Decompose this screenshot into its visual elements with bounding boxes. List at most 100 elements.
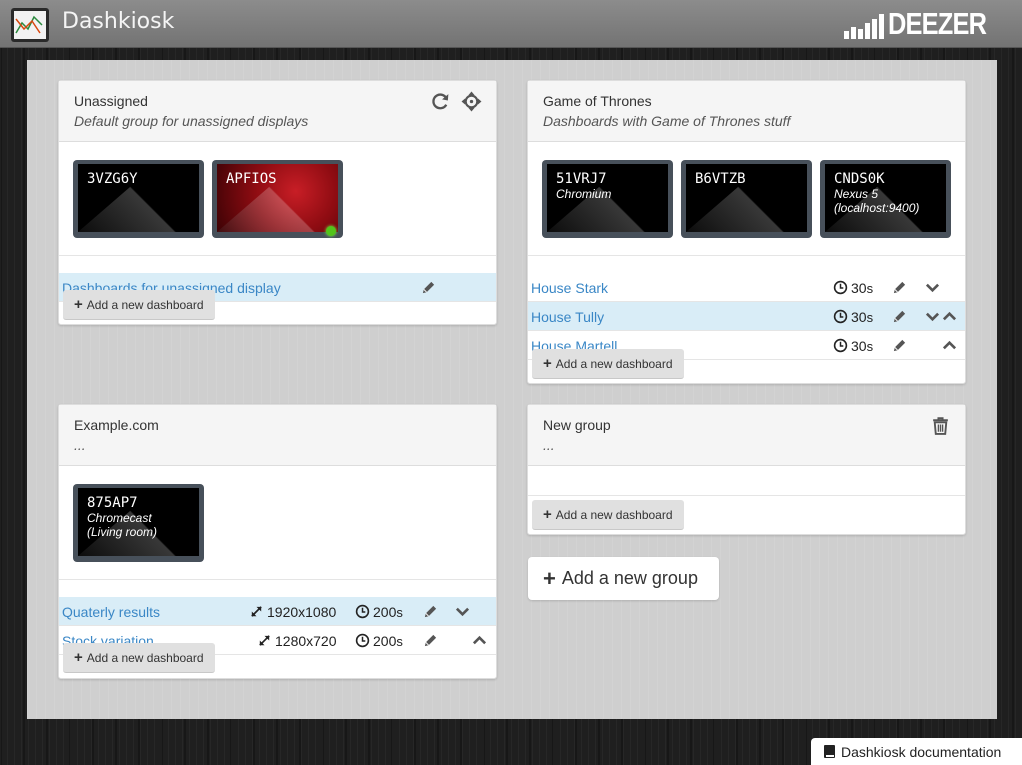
group-tools <box>930 415 951 436</box>
clock-icon <box>833 309 848 324</box>
clock-icon <box>833 338 848 353</box>
add-group-label: Add a new group <box>561 568 698 588</box>
main-container: Unassigned Default group for unassigned … <box>27 60 997 719</box>
group-panel-game-of-thrones: Game of Thrones Dashboards with Game of … <box>527 80 966 384</box>
chevron-up-icon[interactable] <box>472 633 487 648</box>
display-list: 3VZG6Y APFIOS <box>59 142 496 256</box>
add-dashboard-button[interactable]: + Add a new dashboard <box>532 349 684 379</box>
dashboard-resolution[interactable]: 1280x720 <box>275 633 337 649</box>
chevron-up-icon[interactable] <box>942 338 957 353</box>
app-title[interactable]: Dashkiosk <box>62 9 174 34</box>
documentation-label: Dashkiosk documentation <box>841 743 1002 760</box>
group-title[interactable]: Game of Thrones <box>543 93 950 109</box>
edit-pencil-icon[interactable] <box>421 280 436 295</box>
dashboard-link[interactable]: House Tully <box>531 309 604 325</box>
display[interactable]: CNDS0K Nexus 5 (localhost:9400) <box>820 160 951 238</box>
display-id: APFIOS <box>226 171 277 187</box>
display-id: 875AP7 <box>87 495 138 511</box>
display-description: (localhost:9400) <box>834 201 920 215</box>
group-description[interactable]: Default group for unassigned displays <box>74 112 481 130</box>
documentation-link[interactable]: Dashkiosk documentation <box>811 738 1022 765</box>
group-panel-example-com: Example.com ... 875AP7 Chromecast (Livin… <box>58 404 497 679</box>
display[interactable]: B6VTZB <box>681 160 812 238</box>
display-id: CNDS0K <box>834 171 885 187</box>
group-panel-new-group: New group ... + Add a new dashboard <box>527 404 966 535</box>
brand-logo: DEEZER <box>844 6 1008 41</box>
chevron-up-icon[interactable] <box>942 309 957 324</box>
group-title[interactable]: Example.com <box>74 417 481 433</box>
group-description[interactable]: ... <box>74 436 481 454</box>
plus-icon: + <box>74 649 83 666</box>
display-screen: APFIOS <box>217 164 338 232</box>
move-icon[interactable] <box>461 91 482 112</box>
display-screen: 51VRJ7 Chromium <box>547 164 668 232</box>
dashboard-row[interactable]: House Stark 30s <box>528 273 965 302</box>
dashboard-link[interactable]: House Stark <box>531 280 608 296</box>
book-icon <box>824 745 835 758</box>
add-dashboard-label: Add a new dashboard <box>86 297 204 312</box>
group-tools <box>430 91 482 112</box>
display-list: 875AP7 Chromecast (Living room) <box>59 466 496 580</box>
add-group-button[interactable]: + Add a new group <box>528 557 719 600</box>
add-dashboard-label: Add a new dashboard <box>555 356 673 371</box>
group-description[interactable]: Dashboards with Game of Thrones stuff <box>543 112 950 130</box>
display-screen: 875AP7 Chromecast (Living room) <box>78 488 199 556</box>
group-heading: New group ... <box>528 405 965 466</box>
display-id: B6VTZB <box>695 171 746 187</box>
display-id: 3VZG6Y <box>87 171 138 187</box>
edit-pencil-icon[interactable] <box>423 633 438 648</box>
dashboard-timeout[interactable]: 30s <box>851 280 873 296</box>
edit-pencil-icon[interactable] <box>892 338 907 353</box>
dashboard-timeout[interactable]: 200s <box>373 604 403 620</box>
dashboard-resolution[interactable]: 1920x1080 <box>267 604 336 620</box>
plus-icon: + <box>543 355 552 372</box>
display-description: (Living room) <box>87 525 158 539</box>
add-dashboard-label: Add a new dashboard <box>86 650 204 665</box>
equalizer-icon <box>844 11 885 39</box>
dashboard-timeout[interactable]: 30s <box>851 338 873 354</box>
display-screen: 3VZG6Y <box>78 164 199 232</box>
display[interactable]: 51VRJ7 Chromium <box>542 160 673 238</box>
group-title[interactable]: New group <box>543 417 950 433</box>
brand-name: DEEZER <box>888 6 987 41</box>
trash-icon[interactable] <box>930 415 951 436</box>
edit-pencil-icon[interactable] <box>423 604 438 619</box>
navbar: Dashkiosk DEEZER <box>0 0 1022 48</box>
group-title[interactable]: Unassigned <box>74 93 481 109</box>
app-logo-icon <box>11 8 49 42</box>
chevron-down-icon[interactable] <box>925 309 940 324</box>
add-dashboard-button[interactable]: + Add a new dashboard <box>63 643 215 673</box>
empty-display-list <box>528 466 965 496</box>
chevron-down-icon[interactable] <box>455 604 470 619</box>
display-description: Nexus 5 <box>834 187 879 201</box>
dashboard-link[interactable]: Quaterly results <box>62 604 160 620</box>
chevron-down-icon[interactable] <box>925 280 940 295</box>
add-dashboard-label: Add a new dashboard <box>555 507 673 522</box>
group-heading: Unassigned Default group for unassigned … <box>59 81 496 142</box>
display-list: 51VRJ7 Chromium B6VTZB CNDS0K Nexus 5 (l… <box>528 142 965 256</box>
dashboard-row[interactable]: Quaterly results 1920x1080 200s <box>59 597 496 626</box>
clock-icon <box>355 633 370 648</box>
dashboard-timeout[interactable]: 200s <box>373 633 403 649</box>
plus-icon: + <box>74 296 83 313</box>
display[interactable]: 875AP7 Chromecast (Living room) <box>73 484 204 562</box>
resize-arrows-icon <box>251 606 262 617</box>
group-heading: Example.com ... <box>59 405 496 466</box>
display-description: Chromecast <box>87 511 152 525</box>
display-screen: CNDS0K Nexus 5 (localhost:9400) <box>825 164 946 232</box>
group-heading: Game of Thrones Dashboards with Game of … <box>528 81 965 142</box>
dashboard-row[interactable]: House Tully 30s <box>528 302 965 331</box>
display-description: Chromium <box>556 187 612 201</box>
display[interactable]: 3VZG6Y <box>73 160 204 238</box>
add-dashboard-button[interactable]: + Add a new dashboard <box>532 500 684 530</box>
group-description[interactable]: ... <box>543 436 950 454</box>
clock-icon <box>833 280 848 295</box>
dashboard-timeout[interactable]: 30s <box>851 309 873 325</box>
online-status-indicator <box>326 226 336 236</box>
refresh-icon[interactable] <box>430 91 451 112</box>
edit-pencil-icon[interactable] <box>892 309 907 324</box>
add-dashboard-button[interactable]: + Add a new dashboard <box>63 290 215 320</box>
display[interactable]: APFIOS <box>212 160 343 238</box>
edit-pencil-icon[interactable] <box>892 280 907 295</box>
display-screen: B6VTZB <box>686 164 807 232</box>
